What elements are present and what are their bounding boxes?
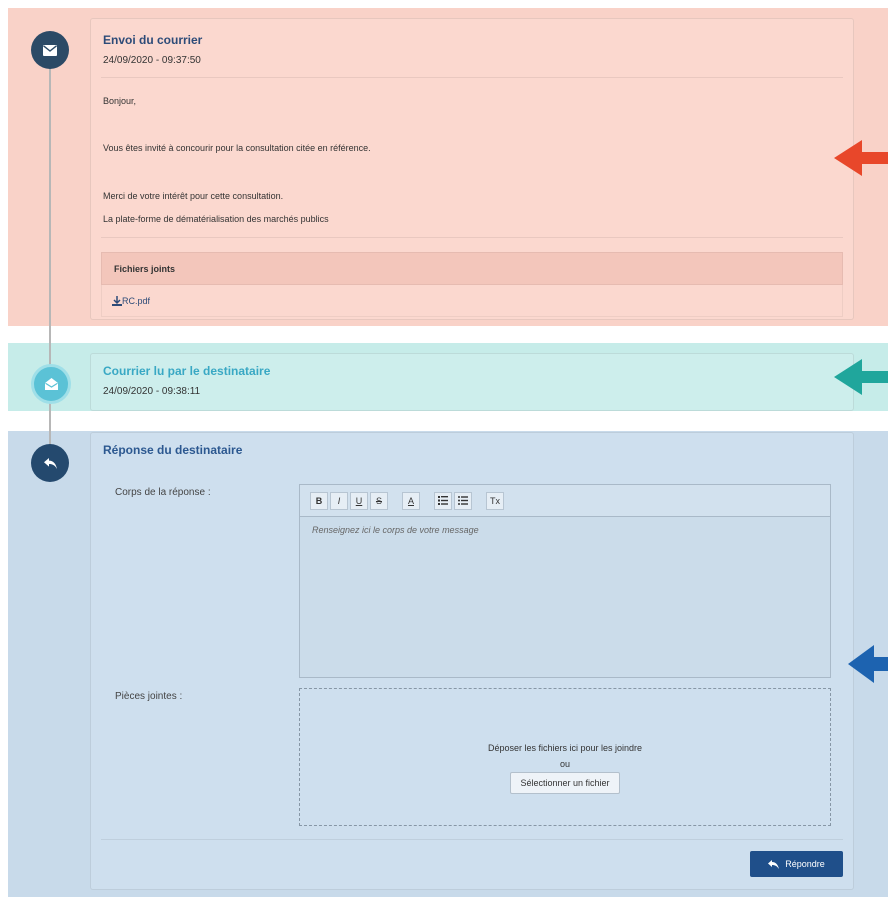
message-line: Bonjour, (103, 96, 137, 106)
bullet-list-icon (458, 496, 468, 505)
reply-body-input[interactable]: Renseignez ici le corps de votre message (300, 517, 830, 543)
divider (101, 839, 843, 840)
divider (101, 77, 843, 78)
reply-marker (31, 444, 69, 482)
reply-icon (43, 457, 57, 469)
reply-button[interactable]: Répondre (750, 851, 843, 877)
rich-text-editor[interactable]: B I U S A Tx Renseignez ici le corps de … (299, 484, 831, 678)
card-title: Réponse du destinataire (103, 443, 243, 457)
open-envelope-marker (31, 364, 71, 404)
bullet-list-button[interactable] (454, 491, 472, 510)
clear-format-button[interactable]: Tx (486, 491, 504, 510)
editor-toolbar: B I U S A Tx (300, 485, 830, 517)
strikethrough-button[interactable]: S (370, 491, 388, 510)
timeline-card-reply: Réponse du destinataire Corps de la répo… (90, 432, 854, 890)
card-date: 24/09/2020 - 09:37:50 (103, 55, 201, 66)
envelope-icon (43, 44, 57, 56)
select-file-button[interactable]: Sélectionner un fichier (510, 771, 620, 794)
card-date: 24/09/2020 - 09:38:11 (103, 386, 201, 397)
dropzone-text: Déposer les fichiers ici pour les joindr… (487, 742, 643, 753)
dropzone-or: ou (559, 758, 570, 769)
divider (101, 237, 843, 238)
timeline-card-sent: Envoi du courrier 24/09/2020 - 09:37:50 … (90, 18, 854, 320)
message-line: La plate-forme de dématérialisation des … (103, 214, 329, 224)
card-title: Envoi du courrier (103, 33, 203, 47)
ordered-list-button[interactable] (434, 491, 452, 510)
attachment-link[interactable]: RC.pdf (101, 285, 843, 317)
ordered-list-icon (438, 496, 448, 505)
reply-button-label[interactable]: Répondre (785, 859, 825, 869)
envelope-marker (31, 31, 69, 69)
card-title: Courrier lu par le destinataire (103, 364, 271, 378)
file-dropzone[interactable]: Déposer les fichiers ici pour les joindr… (299, 688, 831, 826)
attachments-label: Pièces jointes : (115, 691, 183, 702)
arrow-left-blue-icon (848, 645, 888, 683)
bold-button[interactable]: B (310, 491, 328, 510)
timeline-card-read: Courrier lu par le destinataire 24/09/20… (90, 353, 854, 411)
reply-body-label: Corps de la réponse : (115, 487, 211, 498)
message-line: Merci de votre intérêt pour cette consul… (103, 191, 284, 201)
reply-icon (768, 859, 780, 869)
arrow-left-teal-icon (834, 359, 888, 395)
text-color-button[interactable]: A (402, 491, 420, 510)
message-line: Vous êtes invité à concourir pour la con… (103, 143, 371, 153)
underline-button[interactable]: U (350, 491, 368, 510)
envelope-open-icon (44, 378, 58, 390)
download-icon (112, 295, 122, 306)
arrow-left-red-icon (834, 140, 888, 176)
attachments-header: Fichiers joints (101, 252, 843, 285)
italic-button[interactable]: I (330, 491, 348, 510)
attachment-filename[interactable]: RC.pdf (122, 296, 150, 306)
